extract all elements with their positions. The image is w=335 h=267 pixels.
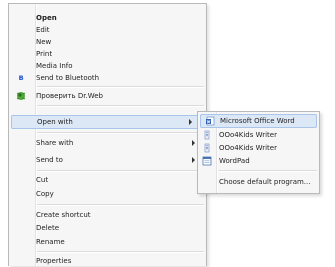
menu-item-label: Send to Bluetooth [36,74,100,82]
open-with-item-ooo4kids-2[interactable]: OOo4Kids Writer [198,142,319,154]
menu-item-label: Open with [37,118,73,126]
ooo4kids-writer-icon [202,130,212,140]
menu-separator [37,251,204,253]
menu-item-edit[interactable]: Edit [9,24,206,36]
menu-item-label: WordPad [219,157,250,165]
menu-item-label: Send to [36,156,63,164]
menu-item-label: OOo4Kids Writer [219,131,277,139]
menu-item-copy[interactable]: Copy [9,188,206,200]
submenu-arrow-icon [192,140,195,146]
open-with-item-choose-default[interactable]: Choose default program... [198,176,319,188]
menu-item-label: Cut [36,176,49,184]
open-with-submenu: Microsoft Office Word OOo4Kids Writer OO… [197,111,320,194]
menu-item-label: Microsoft Office Word [220,117,295,125]
menu-item-label: New [36,38,52,46]
menu-separator [37,170,204,172]
bluetooth-icon: ʙ [18,73,24,82]
menu-separator [37,86,204,88]
ooo4kids-writer-icon [202,143,212,153]
menu-item-label: Проверить Dr.Web [36,92,103,100]
menu-item-send-to[interactable]: Send to [9,154,206,166]
open-with-item-ooo4kids-1[interactable]: OOo4Kids Writer [198,129,319,141]
menu-item-label: Print [36,50,53,58]
submenu-arrow-icon [192,157,195,163]
menu-item-open-with[interactable]: Open with [11,115,204,129]
drweb-spider-icon [16,91,26,101]
wordpad-icon [202,156,212,166]
menu-item-create-shortcut[interactable]: Create shortcut [9,209,206,221]
menu-item-properties[interactable]: Properties [9,255,206,267]
menu-item-drweb-scan[interactable]: Проверить Dr.Web [9,90,206,102]
menu-item-send-to-bluetooth[interactable]: ʙ Send to Bluetooth [9,72,206,84]
menu-item-delete[interactable]: Delete [9,222,206,234]
menu-separator [37,204,204,206]
menu-item-label: Delete [36,224,59,232]
menu-item-label: Rename [36,238,65,246]
submenu-arrow-icon [189,119,192,125]
menu-item-media-info[interactable]: Media Info [9,60,206,72]
menu-separator [218,170,317,172]
menu-item-label: Share with [36,139,74,147]
menu-item-print[interactable]: Print [9,48,206,60]
menu-item-label: Media Info [36,62,73,70]
menu-item-share-with[interactable]: Share with [9,137,206,149]
menu-item-cut[interactable]: Cut [9,174,206,186]
menu-item-label: Edit [36,26,50,34]
menu-item-new[interactable]: New [9,36,206,48]
word-doc-icon [205,116,215,126]
menu-item-label: OOo4Kids Writer [219,144,277,152]
open-with-item-word[interactable]: Microsoft Office Word [200,114,317,128]
open-with-item-wordpad[interactable]: WordPad [198,155,319,167]
menu-item-open[interactable]: Open [9,12,206,24]
menu-item-label: Create shortcut [36,211,91,219]
menu-item-label: Open [36,14,57,22]
menu-separator [37,105,204,107]
context-menu: Open Edit New Print Media Info ʙ Send to… [8,3,207,266]
menu-item-rename[interactable]: Rename [9,236,206,248]
menu-item-label: Choose default program... [219,178,311,186]
menu-item-label: Copy [36,190,54,198]
menu-separator [37,132,204,134]
